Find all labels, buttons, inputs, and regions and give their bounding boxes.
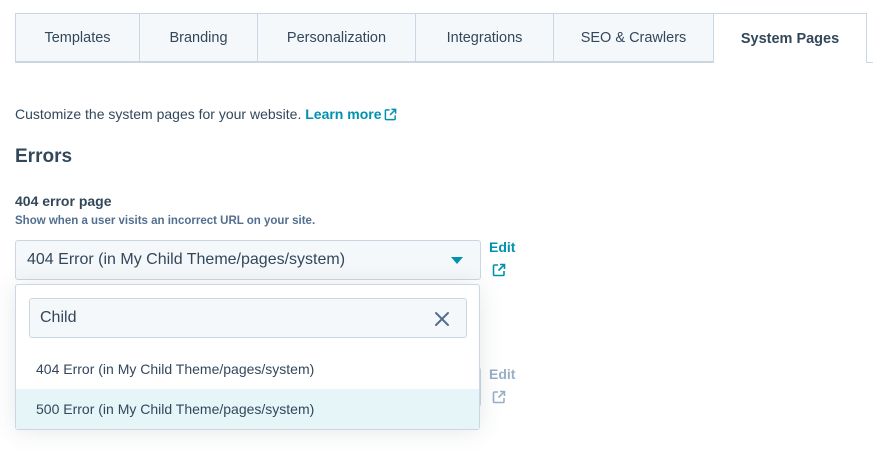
dropdown-option-500[interactable]: 500 Error (in My Child Theme/pages/syste… [16,389,479,429]
tab-seo-crawlers[interactable]: SEO & Crawlers [553,13,713,62]
tab-branding[interactable]: Branding [139,13,257,62]
404-page-selected-value: 404 Error (in My Child Theme/pages/syste… [27,251,346,268]
edit-404-link[interactable]: Edit [489,239,515,255]
external-link-icon [385,108,397,121]
chevron-down-icon [451,257,463,264]
404-page-select[interactable]: 404 Error (in My Child Theme/pages/syste… [15,240,481,280]
section-title-errors: Errors [15,146,73,167]
intro-text: Customize the system pages for your webs… [15,106,397,122]
select-dropdown-panel: 404 Error (in My Child Theme/pages/syste… [15,284,480,430]
tab-personalization[interactable]: Personalization [257,13,415,62]
tab-bar: Templates Branding Personalization Integ… [15,13,873,63]
tab-integrations[interactable]: Integrations [415,13,553,62]
external-link-icon[interactable] [492,263,506,277]
field-help-404: Show when a user visits an incorrect URL… [15,215,316,227]
external-link-icon[interactable] [492,390,506,404]
tab-system-pages[interactable]: System Pages [713,13,867,63]
dropdown-option-404[interactable]: 404 Error (in My Child Theme/pages/syste… [16,349,479,389]
field-label-404: 404 error page [15,193,112,209]
close-icon[interactable] [434,311,450,327]
learn-more-link[interactable]: Learn more [305,106,397,122]
intro-description: Customize the system pages for your webs… [15,106,302,122]
tab-templates[interactable]: Templates [15,13,139,62]
dropdown-search-input[interactable] [29,298,467,338]
edit-500-link[interactable]: Edit [489,366,515,382]
learn-more-label: Learn more [305,106,382,122]
